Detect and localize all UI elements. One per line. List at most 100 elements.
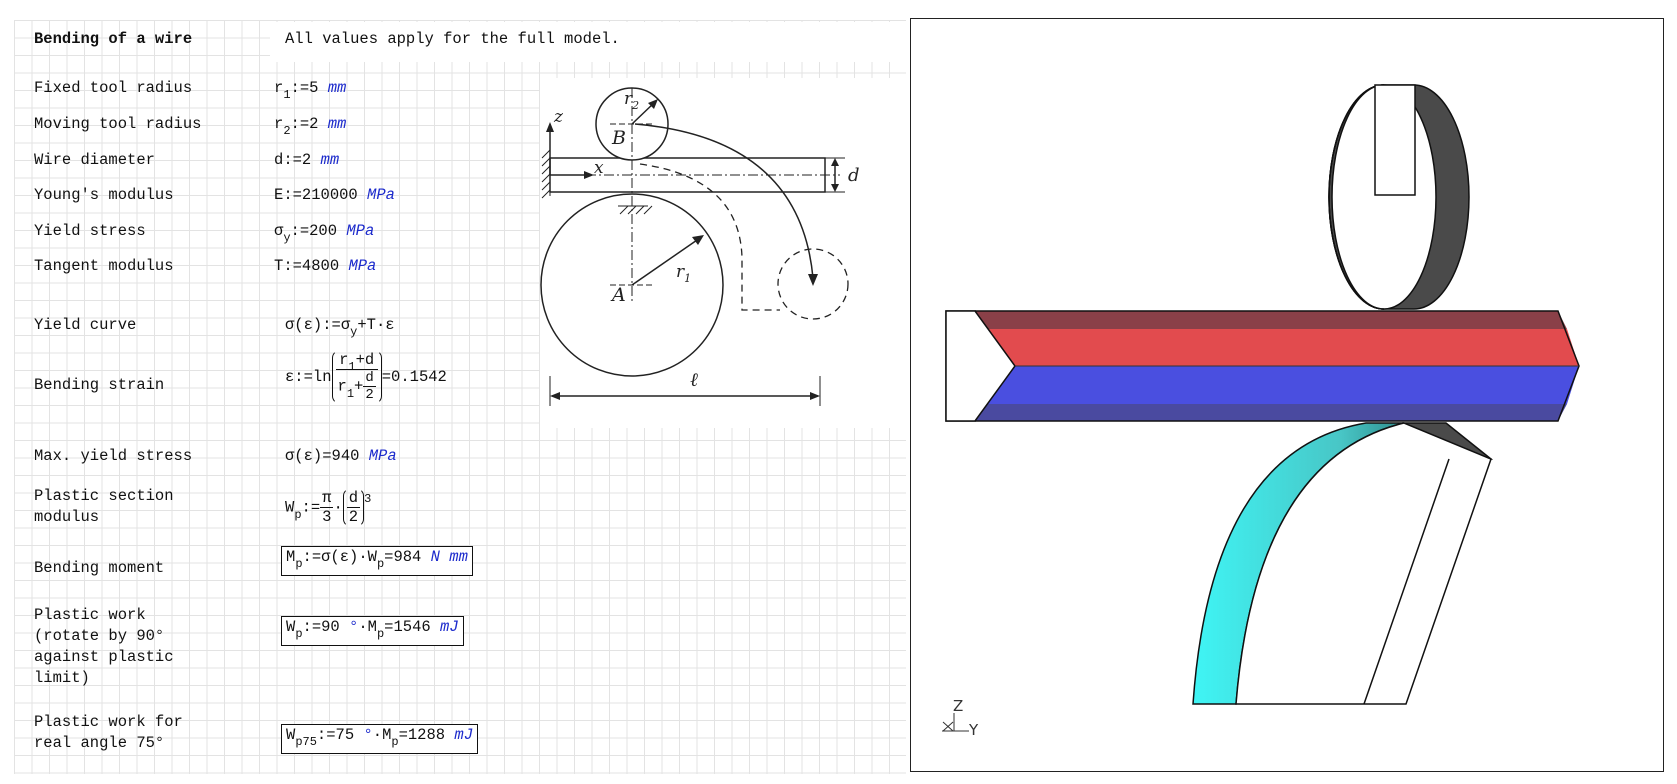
label-fixed-tool-radius: Fixed tool radius [34,79,193,97]
d-fraction: d2 [346,489,361,526]
expr-unit: MPa [346,222,375,240]
expr-sub: p [295,627,303,641]
expr-sub: p [391,735,399,749]
expr-lhs: ε:=ln [285,368,332,386]
axis-label-y: Y [968,721,979,739]
l-arrowhead [550,392,560,400]
inner-fraction: d2 [363,370,376,403]
label-r1: r1 [676,262,691,285]
inner-den: 2 [365,387,374,403]
d-num: d [346,489,361,508]
wire-bar [945,310,1580,422]
label-plastic-work-real-2: real angle 75° [34,734,165,752]
paren-group: r1+d r1+ d 2 [331,350,382,404]
fraction: r1+d r1+ d 2 [335,351,378,403]
expr-result: =0.1542 [381,368,447,386]
axis-triad: Z Y [942,697,979,739]
expr-unit: mm [320,151,340,169]
den-plus: + [354,377,364,396]
label-bending-moment: Bending moment [34,559,165,577]
expr-max-yield-stress[interactable]: σ(ε)=940 MPa [285,446,397,467]
expr-sigma-y[interactable]: σy:=200 MPa [274,221,375,245]
sheet-title: Bending of a wire [34,30,193,48]
expr-op: := [283,151,302,169]
expr-op: := [322,316,341,334]
expr-result: =1546 [384,618,431,636]
label-youngs-modulus: Young's modulus [34,186,174,204]
expr-value: 2 [301,151,312,169]
degree-unit: ° [349,618,359,636]
label-l: ℓ [690,369,698,391]
label-plastic-work-2: (rotate by 90° [34,627,165,645]
label-bending-strain: Bending strain [34,376,165,394]
expr-unit: mm [327,115,347,133]
expr-E[interactable]: E:=210000 MPa [274,185,395,206]
x-arrowhead [584,171,594,179]
label-plastic-section-modulus-2: modulus [34,508,100,526]
expr-unit: mJ [440,618,459,636]
z-arrowhead [546,122,554,132]
expr-r2[interactable]: r2:=2 mm [274,114,347,138]
d-arrowhead [831,158,839,166]
expr-value: 210000 [301,186,358,204]
expr-value: 5 [309,79,319,97]
expr-plastic-work[interactable]: Wp:=90 °·Mp=1546 mJ [281,616,464,646]
d-paren: d2 [342,488,365,527]
pi-num: π [320,489,334,508]
label-max-yield-stress: Max. yield stress [34,447,193,465]
expr-op: :=90 [302,618,340,636]
expr-sub: p75 [295,735,317,749]
num-sym: r [339,351,349,369]
expr-T[interactable]: T:=4800 MPa [274,256,376,277]
expr-lhs: σ(ε) [285,316,323,334]
label-plastic-work-1: Plastic work [34,606,146,624]
ground-hatch [618,205,653,215]
expr-unit: MPa [367,186,395,204]
label-wire-diameter: Wire diameter [34,151,155,169]
expr-d[interactable]: d:=2 mm [274,150,339,171]
expr-op: := [283,186,302,204]
upper-roller [1328,84,1470,310]
num-sub: 1 [348,360,356,374]
den-sym: r [337,377,347,396]
expr-lhs: σ(ε) [285,447,323,465]
expr-plastic-work-real[interactable]: Wp75:=75 °·Mp=1288 mJ [281,724,479,754]
r1-arrowhead [692,235,704,245]
expr-op: := [290,222,310,240]
fraction-denominator: r1+ d 2 [336,370,378,403]
expr-r1[interactable]: r1:=5 mm [274,78,346,102]
label-plastic-work-real-1: Plastic work for [34,713,183,731]
label-z: z [553,107,564,127]
3d-viewport[interactable]: Z Y [910,18,1664,772]
expr-value: 2 [309,115,319,133]
label-d: d [848,165,860,186]
label-plastic-work-3: against plastic [34,648,174,666]
d-den: 2 [348,508,359,526]
sheet-note: All values apply for the full model. [285,30,620,48]
expr-bending-strain[interactable]: ε:=ln r1+d r1+ d 2 =0.1542 [285,350,447,404]
label-moving-tool-radius: Moving tool radius [34,115,202,133]
expr-bending-moment[interactable]: Mp:=σ(ε)·Wp=984 N mm [281,546,473,576]
expr-op: := [283,257,302,275]
axis-label-z: Z [953,697,963,715]
expr-yield-curve[interactable]: σ(ε):=σy+T·ε [285,315,395,339]
expr-unit: MPa [368,447,397,465]
expr-unit: N mm [430,548,468,566]
num-rest: +d [355,351,375,369]
expr-sym: T [274,257,284,275]
expr-unit: mJ [454,726,474,744]
expr-mid: ·M [372,726,392,744]
expr-sub: p [295,557,303,571]
label-plastic-section-modulus-1: Plastic section [34,487,174,505]
label-yield-stress: Yield stress [34,222,146,240]
expr-value: 200 [309,222,338,240]
expr-op: := [301,498,321,517]
expr-exponent: 3 [364,491,372,506]
expr-plastic-section-modulus[interactable]: Wp:= π 3 · d 2 3 [285,488,371,527]
expr-sub: 1 [283,88,291,102]
expr-op: := [290,79,310,97]
expr-unit: MPa [348,257,377,275]
expr-sub: y [350,325,358,339]
expr-lhs: W [286,726,296,744]
label-tangent-modulus: Tangent modulus [34,257,174,275]
